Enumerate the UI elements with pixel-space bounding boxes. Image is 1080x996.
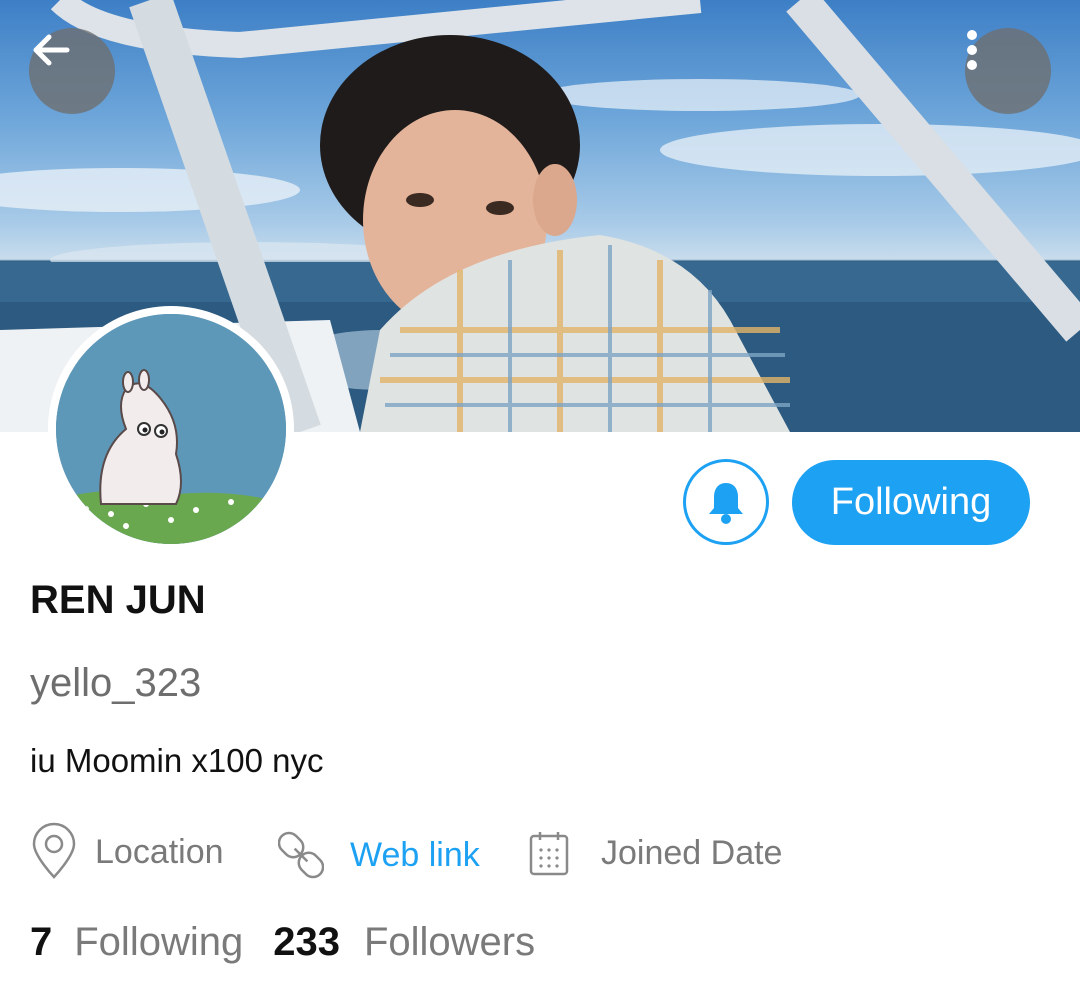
profile-page: Following REN JUN yello_323 iu Moomin x1… [0,0,1080,996]
following-label[interactable]: Following [74,920,243,965]
username-handle: yello_323 [30,661,202,705]
link-icon [278,831,324,879]
following-button[interactable]: Following [792,460,1030,545]
joined-date-text: Joined Date [601,833,783,872]
more-options-button[interactable] [965,28,1051,114]
display-name: REN JUN [30,578,206,622]
web-link-item[interactable]: Web link [278,830,480,880]
follow-stats: 7 Following 233 Followers [30,920,535,965]
notifications-bell-button[interactable] [683,459,769,545]
arrow-left-icon [33,34,70,66]
followers-count[interactable]: 233 [273,920,340,965]
back-button[interactable] [29,28,115,114]
location-text: Location [95,832,224,871]
more-vertical-icon [967,30,977,70]
moomin-avatar-illustration [56,314,286,544]
location-item: Location [29,822,224,882]
profile-bio: iu Moomin x100 nyc [30,742,324,779]
profile-avatar[interactable] [48,306,294,552]
map-pin-icon [32,822,76,879]
calendar-icon [529,832,569,876]
joined-date-item: Joined Date [529,830,782,876]
bell-icon [709,483,743,524]
followers-label[interactable]: Followers [364,920,535,965]
web-link-text[interactable]: Web link [350,836,480,875]
following-count[interactable]: 7 [30,920,52,965]
